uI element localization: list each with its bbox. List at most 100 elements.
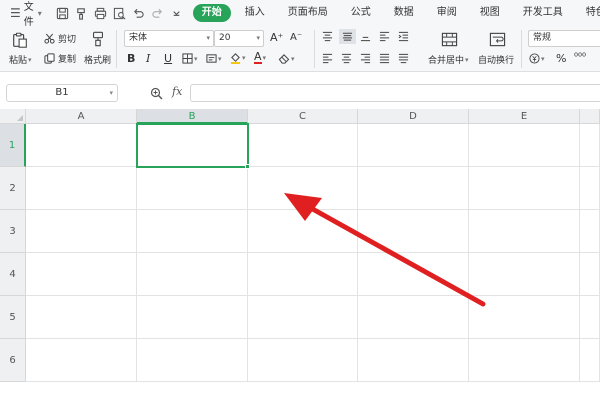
merge-center-label-wrap[interactable]: 合并居中 ▾ [428,53,469,67]
align-top-button[interactable] [322,31,333,42]
cell-a4[interactable] [26,253,137,296]
fill-handle[interactable] [245,164,250,169]
cell-a6[interactable] [26,339,137,382]
cell-b2[interactable] [137,167,248,210]
column-header-d[interactable]: D [358,109,469,124]
align-middle-button[interactable] [339,29,356,44]
column-header-a[interactable]: A [26,109,137,124]
copy-button[interactable]: 复制 [44,52,76,65]
cell-e4[interactable] [469,253,580,296]
select-all-corner[interactable] [0,109,26,124]
save-icon[interactable] [54,5,71,22]
cell-overflow[interactable] [580,167,600,210]
cell-d6[interactable] [358,339,469,382]
number-format-select[interactable]: 常规 [528,30,600,47]
wrap-text-label-wrap[interactable]: 自动换行 [478,53,514,66]
justify-button[interactable] [379,53,390,64]
format-painter-button[interactable] [88,29,108,49]
align-left-button[interactable] [322,53,333,64]
cell-c4[interactable] [248,253,358,296]
tab-5[interactable]: 审阅 [428,4,466,22]
thousands-separator-button[interactable]: ⁰⁰⁰ [574,51,586,65]
tab-4[interactable]: 数据 [385,4,423,22]
borders-button[interactable]: ▾ [182,53,198,64]
undo-icon[interactable] [130,5,147,22]
cell-b4[interactable] [137,253,248,296]
tab-0[interactable]: 开始 [192,4,231,22]
paste-dropdown[interactable]: 粘贴 ▾ [9,53,32,67]
tab-1[interactable]: 插入 [236,4,274,22]
cell-c1[interactable] [248,124,358,167]
cell-c3[interactable] [248,210,358,253]
currency-button[interactable]: ▾ [529,53,545,64]
underline-button[interactable]: U [164,52,172,66]
orientation-button[interactable] [379,31,390,42]
cell-b6[interactable] [137,339,248,382]
font-color-button[interactable]: A ▾ [254,51,266,64]
cell-e5[interactable] [469,296,580,339]
cell-c5[interactable] [248,296,358,339]
column-header-c[interactable]: C [248,109,358,124]
cell-d5[interactable] [358,296,469,339]
cell-overflow[interactable] [580,253,600,296]
name-box[interactable]: B1 ▾ [6,84,118,102]
cell-a5[interactable] [26,296,137,339]
percent-button[interactable]: % [556,52,566,66]
cell-e2[interactable] [469,167,580,210]
indent-button[interactable] [398,31,409,42]
active-cell-outline[interactable] [136,123,249,168]
tab-7[interactable]: 开发工具 [514,4,572,22]
fill-color-button[interactable]: ▾ [230,52,246,64]
redo-icon[interactable] [149,5,166,22]
cell-e1[interactable] [469,124,580,167]
cell-c2[interactable] [248,167,358,210]
fx-icon[interactable]: fx [172,85,182,98]
column-header-b[interactable]: B [137,109,248,124]
tab-6[interactable]: 视图 [471,4,509,22]
font-size-select[interactable]: 20 ▾ [214,30,264,47]
align-center-button[interactable] [341,53,352,64]
cell-c6[interactable] [248,339,358,382]
merge-center-button[interactable] [439,29,459,49]
cell-overflow[interactable] [580,296,600,339]
increase-font-button[interactable]: A⁺ [270,31,283,45]
cell-a3[interactable] [26,210,137,253]
cell-d1[interactable] [358,124,469,167]
row-header-4[interactable]: 4 [0,253,26,296]
distribute-button[interactable] [398,53,409,64]
print-icon[interactable] [92,5,109,22]
cell-a2[interactable] [26,167,137,210]
tab-2[interactable]: 页面布局 [279,4,337,22]
cell-b5[interactable] [137,296,248,339]
format-painter-icon[interactable] [73,5,90,22]
decrease-font-button[interactable]: A⁻ [290,31,302,45]
cell-style-button[interactable]: ▾ [206,53,222,64]
column-header-e[interactable]: E [469,109,580,124]
clear-button[interactable]: ▾ [278,53,295,64]
italic-button[interactable]: I [146,52,150,66]
cell-b3[interactable] [137,210,248,253]
tab-3[interactable]: 公式 [342,4,380,22]
zoom-icon[interactable] [150,87,163,100]
font-name-select[interactable]: 宋体 ▾ [124,30,214,47]
cell-e6[interactable] [469,339,580,382]
cell-overflow[interactable] [580,210,600,253]
customize-icon[interactable] [168,5,185,22]
file-menu[interactable]: ☰ 文件 ▾ [0,0,42,28]
formula-input[interactable] [190,84,600,102]
print-preview-icon[interactable] [111,5,128,22]
wrap-text-button[interactable] [487,29,507,49]
cell-d2[interactable] [358,167,469,210]
tab-8[interactable]: 特色功能 [577,4,600,22]
cell-overflow[interactable] [580,124,600,167]
cell-e3[interactable] [469,210,580,253]
row-header-5[interactable]: 5 [0,296,26,339]
cell-a1[interactable] [26,124,137,167]
format-painter-label-wrap[interactable]: 格式刷 [84,53,111,66]
cell-d4[interactable] [358,253,469,296]
row-header-2[interactable]: 2 [0,167,26,210]
row-header-3[interactable]: 3 [0,210,26,253]
row-header-6[interactable]: 6 [0,339,26,382]
column-header-next[interactable] [580,109,600,124]
cut-button[interactable]: 剪切 [44,32,76,45]
